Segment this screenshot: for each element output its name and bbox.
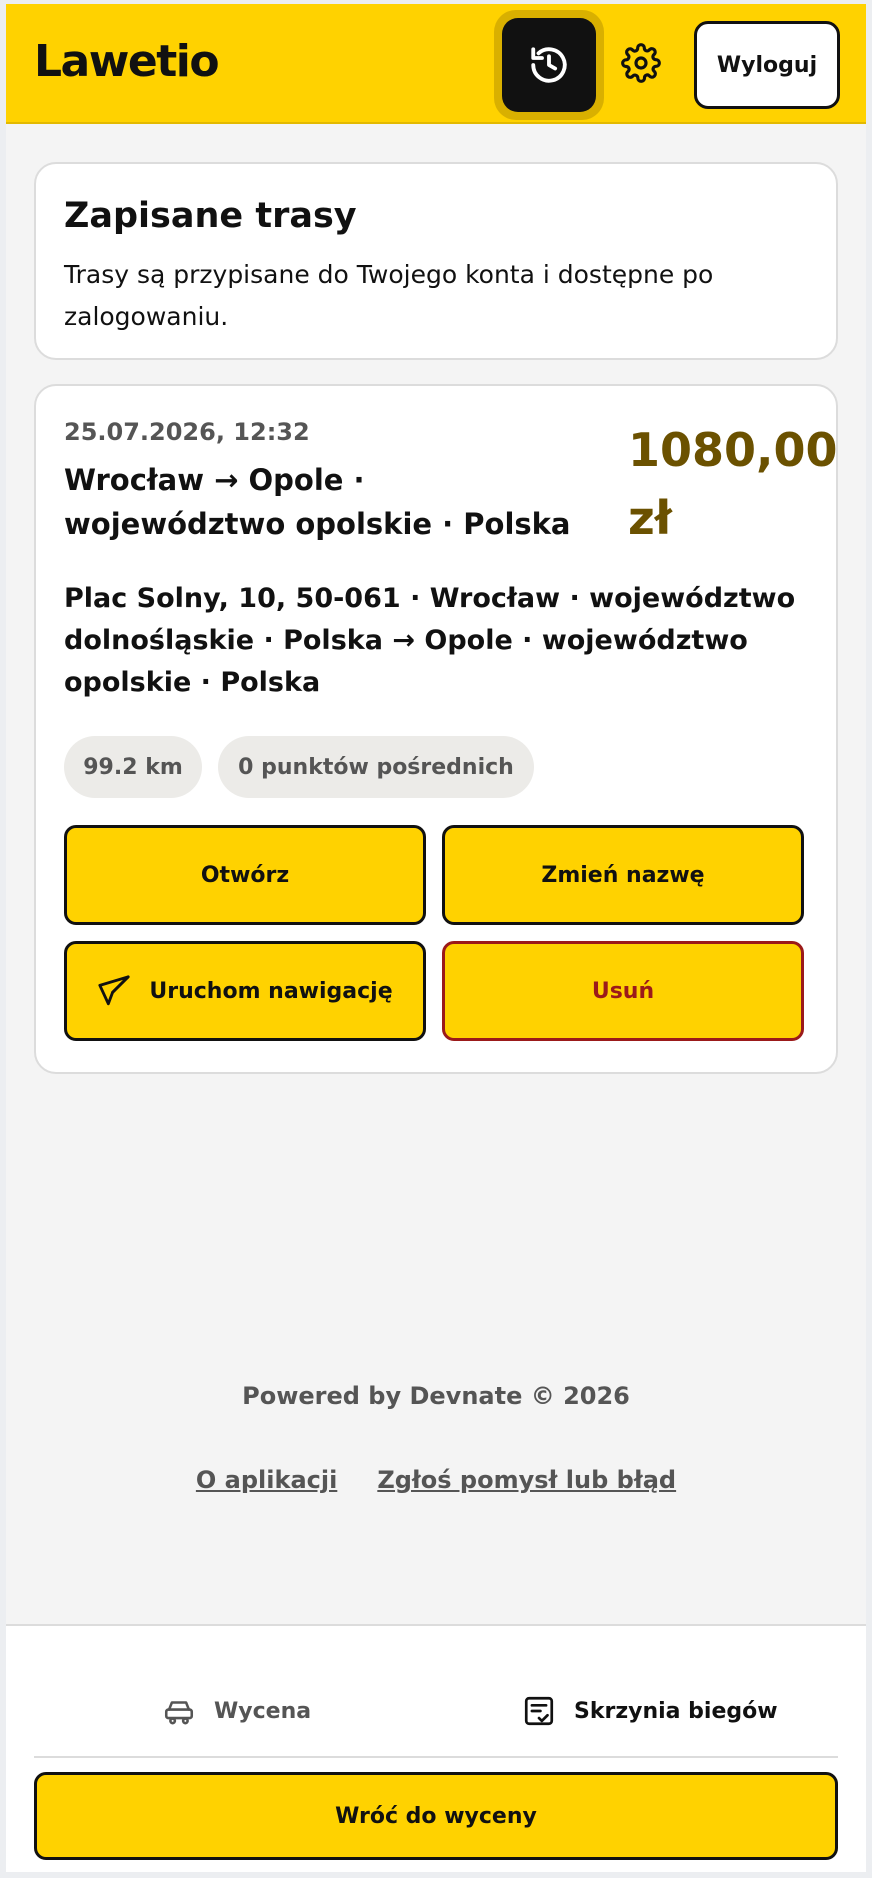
navigation-arrow-icon [97, 974, 131, 1008]
settings-button[interactable] [616, 38, 666, 88]
tab-skrzynia-biegow[interactable]: Skrzynia biegów [522, 1686, 778, 1736]
route-address: Plac Solny, 10, 50-061 · Wrocław · wojew… [64, 583, 796, 698]
bottom-divider [34, 1756, 838, 1758]
about-link[interactable]: O aplikacji [196, 1466, 337, 1494]
start-navigation-label: Uruchom nawigację [149, 978, 393, 1004]
delete-route-button[interactable]: Usuń [442, 941, 804, 1041]
start-navigation-button[interactable]: Uruchom nawigację [64, 941, 426, 1041]
route-title: Wrocław → Opole · województwo opolskie ·… [64, 463, 571, 541]
app-logo[interactable]: Lawetio [34, 36, 220, 87]
history-icon [528, 44, 570, 86]
gear-icon [621, 43, 661, 83]
saved-route-card: 25.07.2026, 12:32 Wrocław → Opole · woje… [34, 384, 838, 1074]
logout-button[interactable]: Wyloguj [694, 21, 840, 109]
open-route-button[interactable]: Otwórz [64, 825, 426, 925]
saved-routes-info-card: Zapisane trasy Trasy są przypisane do Tw… [34, 162, 838, 360]
rename-route-button[interactable]: Zmień nazwę [442, 825, 804, 925]
route-date: 25.07.2026, 12:32 [64, 418, 310, 446]
footer-links: O aplikacji Zgłoś pomysł lub błąd [6, 1466, 866, 1494]
report-link[interactable]: Zgłoś pomysł lub błąd [377, 1466, 676, 1494]
page-title: Zapisane trasy [64, 196, 357, 236]
tab-skrzynia-label: Skrzynia biegów [574, 1698, 778, 1724]
waypoints-badge: 0 punktów pośrednich [218, 736, 534, 798]
tab-wycena[interactable]: Wycena [162, 1686, 311, 1736]
distance-badge: 99.2 km [64, 736, 202, 798]
app-header: Lawetio Wyloguj [6, 4, 866, 124]
back-to-quote-button[interactable]: Wróć do wyceny [34, 1772, 838, 1860]
powered-by-text: Powered by Devnate © 2026 [242, 1382, 630, 1410]
history-button[interactable] [494, 10, 604, 120]
route-price: 1080,00 zł [628, 423, 838, 545]
tab-wycena-label: Wycena [214, 1698, 312, 1724]
bottom-panel: Wycena Skrzynia biegów Wróć do wyceny [6, 1624, 866, 1872]
checklist-icon [522, 1694, 556, 1728]
tow-truck-icon [162, 1694, 196, 1728]
info-description: Trasy są przypisane do Twojego konta i d… [64, 260, 714, 331]
app-frame: Lawetio Wyloguj Zapisane trasy Trasy są … [6, 4, 866, 1872]
